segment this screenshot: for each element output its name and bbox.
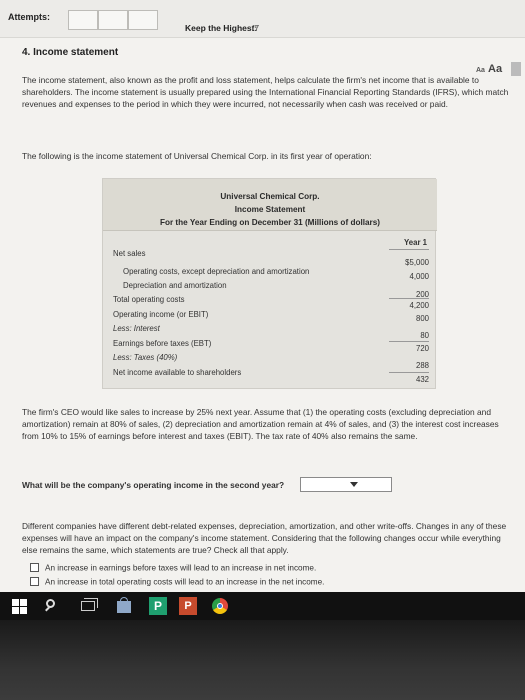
attempts-bar: Attempts: Keep the Highest: /7: [0, 0, 525, 38]
table-row: Net sales $5,000: [103, 249, 437, 267]
attempt-box-1: [68, 10, 98, 30]
row-label: Net income available to shareholders: [113, 368, 242, 377]
row-label: Operating costs, except depreciation and…: [123, 267, 310, 276]
statement-header: Universal Chemical Corp. Income Statemen…: [103, 179, 437, 231]
table-row: Net income available to shareholders 432: [103, 368, 437, 384]
row-label: Earnings before taxes (EBT): [113, 339, 212, 348]
year-column-header: Year 1: [404, 238, 427, 247]
search-icon[interactable]: [42, 596, 62, 616]
lead-paragraph: The following is the income statement of…: [22, 151, 372, 161]
table-row: Operating income (or EBIT) 800: [103, 310, 437, 323]
chevron-down-icon: [350, 482, 358, 487]
checkbox[interactable]: [30, 577, 39, 587]
row-value: 720: [415, 344, 429, 353]
income-statement-table: Universal Chemical Corp. Income Statemen…: [102, 178, 437, 389]
table-row: Depreciation and amortization 200: [103, 281, 437, 299]
windows-taskbar: P P: [0, 592, 525, 620]
row-value: 800: [415, 314, 429, 323]
browser-page: Attempts: Keep the Highest: /7 4. Income…: [0, 0, 525, 592]
statement-name: Income Statement: [234, 205, 306, 214]
option-label: An increase in total operating costs wil…: [45, 577, 325, 587]
chrome-icon[interactable]: [210, 596, 230, 616]
row-value: 4,000: [409, 272, 429, 281]
attempts-label: Attempts:: [8, 12, 50, 22]
powerpoint-icon[interactable]: P: [178, 596, 198, 616]
table-row: Less: Interest 80: [103, 324, 437, 340]
table-row: Total operating costs 4,200: [103, 295, 437, 310]
question-title: 4. Income statement: [22, 47, 119, 58]
option-operating-costs-increase[interactable]: An increase in total operating costs wil…: [30, 577, 325, 587]
row-label: Net sales: [113, 249, 146, 258]
keep-highest-label: Keep the Highest:: [185, 23, 258, 33]
store-icon[interactable]: [114, 596, 134, 616]
option-label: An increase in earnings before taxes wil…: [45, 563, 317, 573]
followup-paragraph: Different companies have different debt-…: [22, 521, 507, 555]
row-label: Total operating costs: [113, 295, 185, 304]
row-value: $5,000: [405, 258, 429, 267]
task-view-icon[interactable]: [78, 596, 98, 616]
keep-highest-value: /7: [252, 23, 260, 33]
option-ebt-increase[interactable]: An increase in earnings before taxes wil…: [30, 563, 317, 573]
decrease-font-button[interactable]: Aa: [476, 67, 485, 74]
row-value: 4,200: [409, 301, 429, 310]
publisher-icon[interactable]: P: [148, 596, 168, 616]
statement-period: For the Year Ending on December 31 (Mill…: [159, 218, 381, 227]
monitor-bezel: [0, 620, 525, 700]
panel-toggle-icon[interactable]: [511, 62, 521, 76]
operating-income-question: What will be the company's operating inc…: [22, 480, 285, 490]
table-row: Operating costs, except depreciation and…: [103, 267, 437, 281]
company-name: Universal Chemical Corp.: [220, 192, 320, 201]
row-label: Depreciation and amortization: [123, 281, 227, 290]
row-value: 432: [415, 375, 429, 384]
attempt-box-2: [98, 10, 128, 30]
ceo-paragraph: The firm's CEO would like sales to incre…: [22, 407, 499, 441]
intro-paragraph: The income statement, also known as the …: [22, 75, 509, 109]
publisher-glyph: P: [149, 597, 167, 615]
row-label: Less: Interest: [113, 324, 160, 333]
operating-income-dropdown[interactable]: [300, 477, 392, 492]
table-row: Less: Taxes (40%) 288: [103, 353, 437, 370]
checkbox[interactable]: [30, 563, 39, 573]
powerpoint-glyph: P: [179, 597, 197, 615]
windows-icon[interactable]: [10, 596, 30, 616]
table-row: Earnings before taxes (EBT) 720: [103, 339, 437, 353]
row-label: Less: Taxes (40%): [113, 353, 178, 362]
row-label: Operating income (or EBIT): [113, 310, 209, 319]
attempt-box-3: [128, 10, 158, 30]
